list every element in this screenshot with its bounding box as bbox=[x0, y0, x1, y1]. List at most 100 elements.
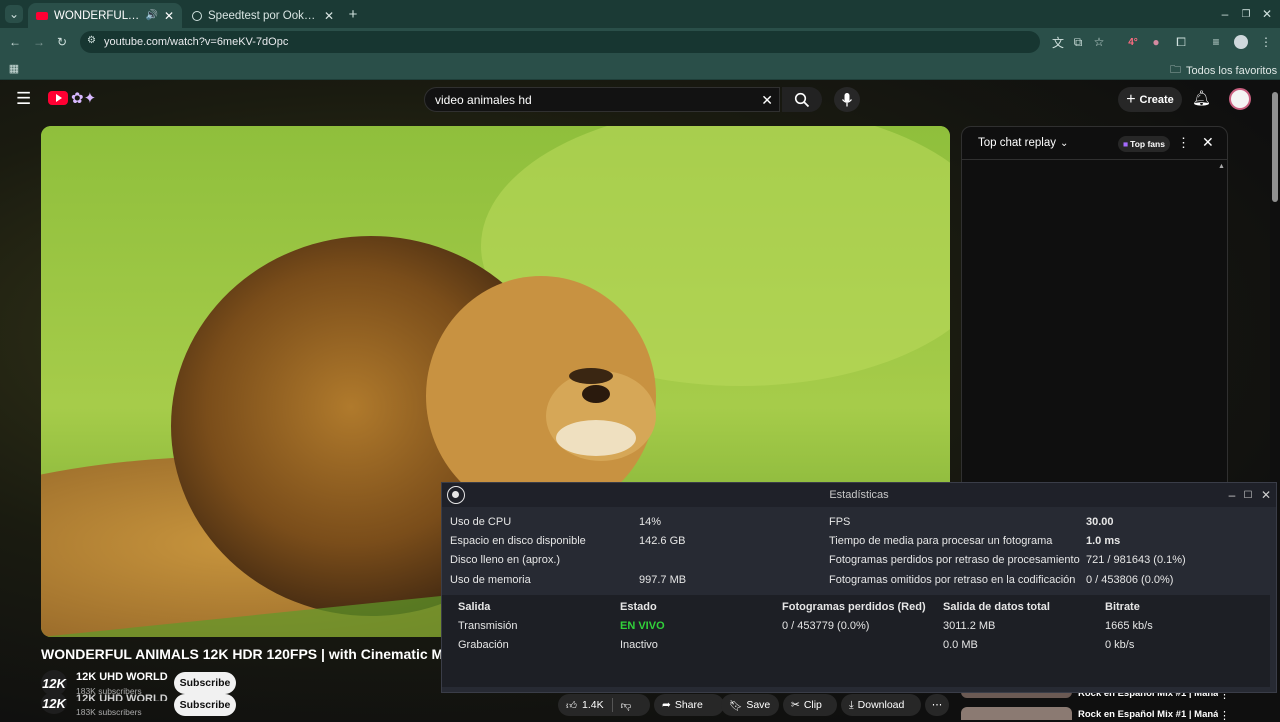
extension-icon[interactable]: ● bbox=[1147, 33, 1165, 51]
youtube-logo-icon[interactable] bbox=[48, 91, 68, 105]
new-tab-plus-icon[interactable]: + bbox=[344, 5, 362, 23]
tab-youtube[interactable]: WONDERFUL ANIMA 🔊 ✕ bbox=[28, 3, 182, 28]
like-button[interactable]: 👍︎ 1.4K bbox=[566, 699, 604, 712]
stat-label: Disco lleno en (aprox.) bbox=[450, 554, 561, 566]
more-actions-button[interactable]: ⋯ bbox=[925, 694, 949, 716]
video-title: WONDERFUL ANIMALS 12K HDR 120FPS | with … bbox=[41, 646, 441, 662]
like-dislike-group: 👍︎ 1.4K 👎︎ bbox=[558, 694, 650, 716]
media-controls-icon[interactable]: ≡ bbox=[1207, 33, 1225, 51]
fans-icon: ■ bbox=[1123, 139, 1129, 149]
reload-icon[interactable]: ↻ bbox=[53, 33, 71, 51]
tab-close-icon[interactable]: ✕ bbox=[164, 9, 174, 23]
youtube-favicon-icon bbox=[36, 11, 48, 20]
search-button[interactable] bbox=[782, 87, 822, 112]
voice-search-button[interactable] bbox=[834, 87, 860, 112]
doodle-logo-icon[interactable]: ✿✦ bbox=[71, 89, 96, 107]
channel-name-sticky[interactable]: 12K UHD WORLD bbox=[76, 693, 168, 701]
site-info-icon[interactable]: ⚙ bbox=[87, 35, 96, 46]
window-restore-icon[interactable]: ❐ bbox=[1237, 5, 1255, 23]
window-close-icon[interactable]: ✕ bbox=[1258, 5, 1276, 23]
channel-avatar-sticky[interactable]: 12K bbox=[41, 692, 67, 714]
obs-stats-window: Estadísticas – ☐ ✕ Uso de CPU 14% Espaci… bbox=[441, 482, 1277, 693]
apps-grid-icon[interactable]: ▦ bbox=[5, 59, 23, 77]
extension-badge[interactable]: 4° bbox=[1124, 33, 1142, 51]
clip-button[interactable]: ✂ Clip bbox=[783, 694, 837, 716]
notifications-bell-icon[interactable]: 🔔︎ bbox=[1192, 89, 1211, 107]
table-cell: 1665 kb/s bbox=[1105, 620, 1153, 632]
thumbs-up-icon: 👍︎ bbox=[566, 699, 577, 712]
share-label: Share bbox=[674, 699, 703, 711]
table-cell: 0 / 453779 (0.0%) bbox=[782, 620, 870, 632]
stat-label: Espacio en disco disponible bbox=[450, 535, 586, 547]
tab-search-chevron-icon[interactable]: ⌄ bbox=[5, 5, 23, 23]
clear-search-icon[interactable]: ✕ bbox=[761, 92, 773, 109]
cast-icon[interactable]: ⧉ bbox=[1069, 33, 1087, 51]
create-button[interactable]: + Create bbox=[1118, 87, 1182, 112]
chat-more-icon[interactable]: ⋮ bbox=[1177, 135, 1190, 151]
download-button[interactable]: ⤓ Download bbox=[841, 694, 921, 716]
bookmarks-label: Todos los favoritos bbox=[1186, 64, 1278, 77]
live-status-cell: EN VIVO bbox=[620, 620, 665, 632]
recommendation-title[interactable]: Rock en Español Mix #1 | Maná, bbox=[1078, 709, 1218, 720]
url-text: youtube.com/watch?v=6meKV-7dOpc bbox=[104, 36, 289, 48]
search-input[interactable]: video animales hd ✕ bbox=[424, 87, 780, 112]
chat-scroll-up-icon[interactable]: ▲ bbox=[1218, 163, 1225, 170]
chevron-down-icon: ⌄ bbox=[1060, 137, 1069, 149]
chrome-menu-icon[interactable]: ⋮ bbox=[1257, 33, 1275, 51]
table-cell: 0 kb/s bbox=[1105, 639, 1135, 651]
address-bar[interactable]: ⚙ youtube.com/watch?v=6meKV-7dOpc bbox=[80, 31, 1040, 53]
search-value: video animales hd bbox=[435, 92, 532, 107]
chat-mode-dropdown[interactable]: Top chat replay ⌄ bbox=[978, 137, 1068, 149]
all-bookmarks-folder[interactable]: 🗀 Todos los favoritos bbox=[1170, 61, 1277, 80]
obs-maximize-icon[interactable]: ☐ bbox=[1239, 486, 1257, 504]
window-minimize-icon[interactable]: – bbox=[1216, 5, 1234, 23]
scrollbar-thumb[interactable] bbox=[1272, 92, 1278, 202]
subscribe-button-sticky[interactable]: Subscribe bbox=[174, 694, 236, 716]
account-avatar[interactable] bbox=[1229, 88, 1251, 110]
chat-close-icon[interactable]: ✕ bbox=[1202, 134, 1214, 151]
recommendation-more-icon[interactable]: ⋮ bbox=[1219, 709, 1230, 722]
table-header: Salida de datos total bbox=[943, 601, 1050, 613]
subscriber-count-sticky: 183K subscribers bbox=[76, 707, 142, 717]
back-arrow-icon[interactable]: ← bbox=[6, 33, 24, 51]
subscribe-button[interactable]: Subscribe bbox=[174, 672, 236, 694]
stat-label: Uso de memoria bbox=[450, 574, 531, 586]
profile-avatar[interactable] bbox=[1234, 35, 1248, 49]
channel-name[interactable]: 12K UHD WORLD bbox=[76, 671, 168, 683]
tab-title: Speedtest por Ookla - La bbox=[208, 9, 318, 22]
stat-value: 0 / 453806 (0.0%) bbox=[1086, 574, 1174, 586]
bookmark-icon: 🔖︎ bbox=[729, 699, 743, 712]
table-cell: 3011.2 MB bbox=[943, 620, 996, 632]
table-header: Salida bbox=[458, 601, 491, 613]
folder-icon: 🗀 bbox=[1170, 64, 1181, 76]
table-cell: Inactivo bbox=[620, 639, 658, 651]
share-button[interactable]: ➦ Share bbox=[654, 694, 724, 716]
obs-title-bar[interactable]: Estadísticas bbox=[442, 483, 1276, 507]
top-fans-chip[interactable]: ■ Top fans bbox=[1118, 136, 1170, 152]
obs-close-icon[interactable]: ✕ bbox=[1257, 486, 1275, 504]
stat-value: 997.7 MB bbox=[639, 574, 687, 586]
table-cell: 0.0 MB bbox=[943, 639, 978, 651]
stat-label: Fotogramas omitidos por retraso en la co… bbox=[829, 574, 1076, 586]
microphone-icon bbox=[841, 92, 853, 106]
save-button[interactable]: 🔖︎ Save bbox=[721, 694, 779, 716]
audio-icon[interactable]: 🔊 bbox=[145, 10, 157, 21]
thumbs-down-icon[interactable]: 👎︎ bbox=[621, 699, 632, 712]
chat-mode-label: Top chat replay bbox=[978, 137, 1056, 149]
recommendation-thumbnail[interactable] bbox=[961, 707, 1072, 720]
extensions-puzzle-icon[interactable]: ⧠ bbox=[1172, 33, 1190, 51]
plus-icon: + bbox=[1126, 90, 1136, 108]
save-label: Save bbox=[746, 699, 771, 711]
forward-arrow-icon[interactable]: → bbox=[30, 33, 48, 51]
obs-window-title: Estadísticas bbox=[829, 489, 889, 501]
bookmark-star-icon[interactable]: ☆ bbox=[1090, 33, 1108, 51]
share-arrow-icon: ➦ bbox=[662, 699, 671, 711]
download-arrow-icon: ⤓ bbox=[849, 698, 854, 711]
tab-speedtest[interactable]: Speedtest por Ookla - La ✕ bbox=[184, 3, 342, 28]
tab-close-icon[interactable]: ✕ bbox=[324, 9, 334, 23]
stat-label: Fotogramas perdidos por retraso de proce… bbox=[829, 554, 1080, 566]
stat-label: Uso de CPU bbox=[450, 516, 512, 528]
guide-menu-icon[interactable]: ☰ bbox=[16, 89, 31, 109]
table-cell: Transmisión bbox=[458, 620, 518, 632]
translate-icon[interactable]: 文 bbox=[1049, 33, 1067, 51]
